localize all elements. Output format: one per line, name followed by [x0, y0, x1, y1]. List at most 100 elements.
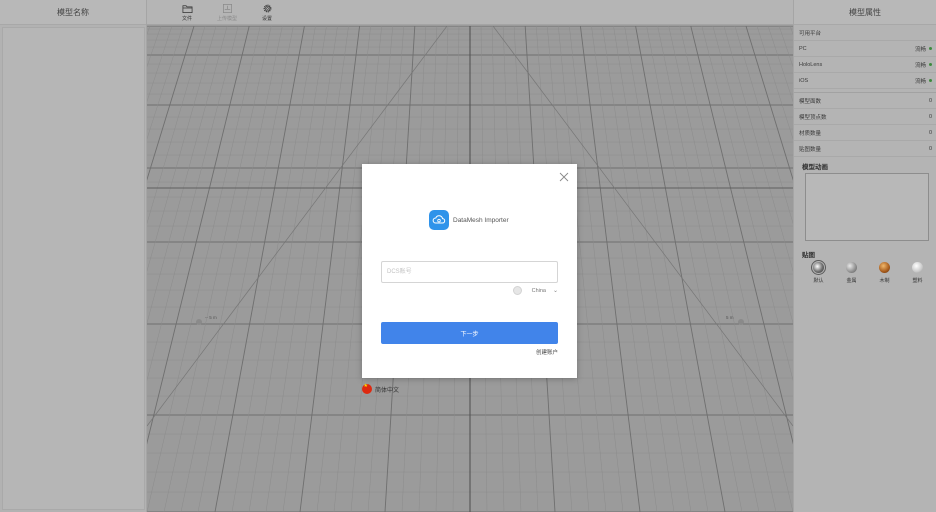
grid-line	[299, 26, 361, 512]
folder-icon	[182, 5, 192, 13]
texture-option[interactable]: 塑料	[906, 262, 929, 284]
texture-label: 塑料	[912, 278, 923, 284]
brand: DataMesh Importer	[429, 210, 509, 230]
animation-title: 模型动画	[802, 164, 828, 171]
grid-line	[569, 26, 624, 512]
grid-line	[602, 26, 675, 512]
login-dialog: DataMesh Importer China ⌄ 下一步 创建账户	[362, 164, 577, 378]
platform-row: PC 流畅	[794, 41, 936, 57]
scale-label-left: -- 5 m	[205, 315, 217, 320]
stat-row: 模型面数 0	[794, 93, 936, 109]
grid-line	[679, 26, 793, 512]
grid-line	[265, 26, 338, 512]
chevron-down-icon: ⌄	[552, 288, 558, 294]
platform-status-label: 流畅	[914, 62, 926, 69]
stat-value: 0	[928, 129, 932, 136]
wood-ball-icon	[879, 262, 890, 273]
settings-label: 设置	[261, 16, 272, 22]
language-label: 简体中文	[375, 387, 400, 394]
grid-line	[147, 26, 195, 181]
grid-line	[591, 26, 658, 512]
grid-line	[745, 26, 793, 181]
grid-line	[579, 26, 641, 512]
model-list[interactable]	[2, 27, 145, 510]
status-dot-icon	[929, 47, 932, 50]
texture-option[interactable]: 木制	[873, 262, 896, 284]
stat-value: 0	[928, 97, 932, 104]
animation-list[interactable]	[805, 173, 929, 241]
properties-header: 模型属性	[794, 0, 936, 25]
create-account-link[interactable]: 创建账户	[536, 348, 558, 356]
stat-label: 贴图数量	[799, 146, 822, 153]
grid-line	[778, 26, 793, 68]
scale-marker	[196, 319, 202, 325]
toolbar: 文件 上传模型 设置	[147, 0, 793, 25]
texture-label: 金属	[846, 278, 857, 284]
scale-label-right: 5 m	[726, 315, 734, 320]
stat-label: 模型顶点数	[799, 114, 827, 121]
region-value: China	[531, 287, 546, 294]
grid-line	[231, 26, 316, 512]
platform-row: HoloLens 流畅	[794, 57, 936, 73]
texture-label: 默认	[813, 278, 824, 284]
grid-line	[613, 26, 692, 512]
platform-status: 流畅	[915, 77, 932, 85]
default-ball-icon	[811, 260, 826, 275]
status-dot-icon	[929, 79, 932, 82]
platform-name: HoloLens	[799, 61, 823, 68]
metal-icon	[846, 262, 857, 273]
grid-line	[147, 26, 173, 103]
globe-icon	[512, 286, 522, 295]
file-label: 文件	[181, 16, 192, 22]
grid-line	[147, 26, 261, 512]
stat-label: 模型面数	[799, 98, 822, 105]
grid-line	[214, 26, 305, 512]
stat-value: 0	[928, 113, 932, 120]
grid-line	[147, 26, 228, 324]
close-icon[interactable]	[558, 171, 570, 183]
platform-status: 流畅	[915, 45, 932, 53]
stat-row: 模型顶点数 0	[794, 109, 936, 125]
stat-label: 材质数量	[799, 130, 822, 137]
texture-option[interactable]: 金属	[840, 262, 863, 284]
grid-line	[147, 26, 217, 272]
cloud-logo-icon	[429, 210, 449, 230]
texture-label: 木制	[879, 278, 890, 284]
upload-model-button[interactable]: 上传模型	[207, 0, 247, 25]
plastic-ball-icon	[912, 262, 923, 273]
model-properties-panel: 模型属性 可用平台 PC 流畅 HoloLens 流畅 iOS 流畅 模型面数 0 模型顶点数…	[793, 0, 936, 512]
grid-line	[624, 26, 709, 512]
china-flag-icon	[362, 383, 372, 394]
region-select[interactable]: China ⌄	[512, 286, 558, 295]
stat-row: 材质数量 0	[794, 125, 936, 141]
file-button[interactable]: 文件	[167, 0, 207, 25]
grid-line	[282, 26, 349, 512]
settings-button[interactable]: 设置	[247, 0, 287, 25]
next-button[interactable]: 下一步	[381, 322, 558, 344]
app-name: DataMesh Importer	[453, 216, 509, 224]
platform-name: iOS	[799, 77, 809, 84]
grid-line	[147, 26, 162, 68]
grid-line	[712, 26, 793, 324]
platform-status-label: 流畅	[914, 46, 926, 53]
model-list-panel: 模型名称	[0, 0, 147, 512]
platform-name: PC	[799, 45, 807, 52]
grid-line	[635, 26, 726, 512]
grid-line	[163, 26, 272, 512]
language-selector[interactable]: 简体中文	[362, 383, 400, 394]
grid-line	[147, 26, 239, 382]
account-input[interactable]	[381, 261, 558, 283]
grid-line	[756, 26, 793, 140]
platform-status-label: 流畅	[914, 78, 926, 85]
grid-line	[248, 26, 327, 512]
stat-value: 0	[928, 145, 932, 152]
grid-line	[668, 26, 777, 512]
grid-line	[701, 26, 793, 382]
model-name-header: 模型名称	[0, 0, 146, 25]
grid-line	[646, 26, 743, 512]
grid-line	[723, 26, 793, 272]
grid-line	[147, 26, 250, 445]
texture-option[interactable]: 默认	[807, 260, 830, 284]
platform-row: iOS 流畅	[794, 73, 936, 89]
platform-status: 流畅	[915, 61, 932, 69]
